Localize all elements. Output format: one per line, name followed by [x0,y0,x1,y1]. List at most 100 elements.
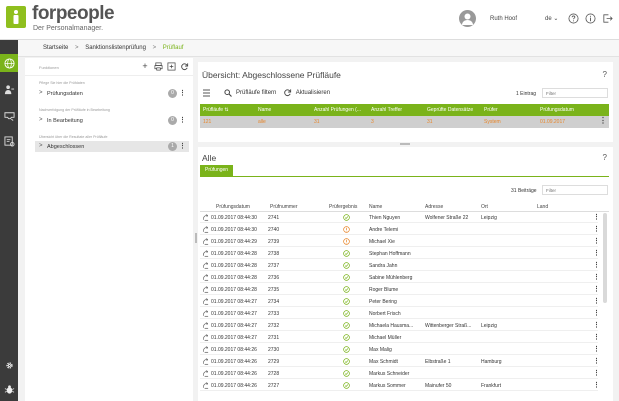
count-badge: 0 [168,89,177,98]
tree-item-in-bearbeitung[interactable]: > In Bearbeitung 0 ⋮ [35,115,189,126]
kebab-menu-icon[interactable]: ⋮ [599,116,607,125]
kebab-menu-icon[interactable]: ⋮ [593,321,600,329]
refresh-button[interactable]: Aktualisieren [296,90,330,96]
col-header-checked-records[interactable]: Geprüfte Datensätze [427,107,473,113]
col-header-check-count[interactable]: Anzahl Prüfungen (... [314,107,361,113]
table-row[interactable]: 01.09.2017 08:44:29 2739 Michael Xie ⋮ [200,236,600,247]
users-icon[interactable] [0,80,18,98]
kebab-menu-icon[interactable]: ⋮ [179,89,186,98]
history-icon[interactable] [202,309,209,319]
help-icon[interactable]: ? [603,153,607,162]
col-header-runs[interactable]: Prüfläufe ⇅ [203,107,229,113]
kebab-menu-icon[interactable]: ⋮ [593,297,600,305]
kebab-menu-icon[interactable]: ⋮ [593,249,600,257]
kebab-menu-icon[interactable]: ⋮ [593,369,600,377]
language-select[interactable]: de ⌄ [545,15,558,22]
info-icon[interactable] [585,13,596,24]
table-row[interactable]: 01.09.2017 08:44:26 2727 Markus Sommer Main… [200,380,600,391]
kebab-menu-icon[interactable]: ⋮ [593,345,600,353]
kebab-menu-icon[interactable]: ⋮ [593,285,600,293]
list-check-icon[interactable] [0,132,18,150]
col-header-address[interactable]: Adresse [425,204,443,210]
group-hint: Pflege Sie hier die Prüfdaten [39,81,85,85]
kebab-menu-icon[interactable]: ⋮ [593,213,600,221]
breadcrumb-home[interactable]: Startseite [43,45,68,51]
logout-icon[interactable] [602,13,613,24]
sort-icon[interactable]: ⇅ [224,107,228,113]
export-icon[interactable] [166,61,176,71]
list-filter-input[interactable] [542,185,608,195]
col-header-hits[interactable]: Anzahl Treffer [371,107,402,113]
kebab-menu-icon[interactable]: ⋮ [179,142,186,151]
table-row[interactable]: 01.09.2017 08:44:27 2733 Norbert Frisch ⋮ [200,308,600,319]
tree-item-abgeschlossen[interactable]: > Abgeschlossen 1 ⋮ [35,141,189,152]
history-icon[interactable] [202,333,209,343]
help-icon[interactable] [568,13,579,24]
table-row[interactable]: 01.09.2017 08:44:28 2735 Roger Blume ⋮ [200,284,600,295]
col-header-name[interactable]: Name [369,204,382,210]
history-icon[interactable] [202,213,209,223]
user-avatar[interactable] [459,10,476,27]
summary-filter-input[interactable] [542,88,608,98]
col-header-name[interactable]: Name [258,107,271,113]
table-row[interactable]: 01.09.2017 08:44:26 2730 Max Malig ⋮ [200,344,600,355]
kebab-menu-icon[interactable]: ⋮ [593,333,600,341]
col-header-date[interactable]: Prüfungsdatum [216,204,250,210]
print-icon[interactable] [153,61,163,71]
refresh-icon[interactable] [179,61,189,71]
kebab-menu-icon[interactable]: ⋮ [593,225,600,233]
bug-icon[interactable] [0,380,18,398]
history-icon[interactable] [202,321,209,331]
table-row[interactable]: 121 alle 31 3 31 System 01.09.2017 [200,116,609,128]
scrollbar[interactable] [603,213,607,303]
history-icon[interactable] [202,381,209,391]
history-icon[interactable] [202,249,209,259]
columns-icon[interactable] [202,89,211,97]
kebab-menu-icon[interactable]: ⋮ [593,261,600,269]
table-row[interactable]: 01.09.2017 08:44:26 2728 Markus Schneider ⋮ [200,368,600,379]
breadcrumb-sanction-check[interactable]: Sanktionslistenprüfung [85,45,146,51]
table-row[interactable]: 01.09.2017 08:44:27 2732 Michaela Hausma..… [200,320,600,331]
col-header-checker[interactable]: Prüfer [484,107,498,113]
help-icon[interactable]: ? [603,70,607,79]
history-icon[interactable] [202,237,209,247]
kebab-menu-icon[interactable]: ⋮ [593,357,600,365]
table-row[interactable]: 01.09.2017 08:44:28 2738 Stephan Hoffmann ⋮ [200,248,600,259]
gear-icon[interactable] [0,356,18,374]
history-icon[interactable] [202,285,209,295]
add-icon[interactable]: + [140,61,150,71]
history-icon[interactable] [202,261,209,271]
history-icon[interactable] [202,345,209,355]
table-row[interactable]: 01.09.2017 08:44:30 2740 Andre Telemi ⋮ [200,224,600,235]
filter-runs-button[interactable]: Prüfläufe filtern [236,90,276,96]
history-icon[interactable] [202,225,209,235]
kebab-menu-icon[interactable]: ⋮ [593,273,600,281]
table-row[interactable]: 01.09.2017 08:44:28 2737 Sandra Jahn ⋮ [200,260,600,271]
table-row[interactable]: 01.09.2017 08:44:30 2741 Thien Nguyen Wolfe… [200,212,600,223]
history-icon[interactable] [202,369,209,379]
history-icon[interactable] [202,357,209,367]
refresh-icon[interactable] [283,88,292,97]
col-header-result[interactable]: Prüfergebnis [329,204,357,210]
table-row[interactable]: 01.09.2017 08:44:28 2736 Sabine Mühlenberg… [200,272,600,283]
inbox-icon[interactable] [0,106,18,124]
history-icon[interactable] [202,273,209,283]
globe-icon[interactable] [0,54,18,72]
history-icon[interactable] [202,297,209,307]
table-row[interactable]: 01.09.2017 08:44:26 2729 Max Schmidt Elbstr… [200,356,600,367]
search-icon[interactable] [224,88,233,97]
col-header-city[interactable]: Ort [481,204,488,210]
tree-item-pruefungsdaten[interactable]: > Prüfungsdaten 0 ⋮ [35,88,189,99]
col-header-country[interactable]: Land [537,204,548,210]
tab-pruefungen[interactable]: Prüfungen [200,165,234,176]
kebab-menu-icon[interactable]: ⋮ [593,237,600,245]
kebab-menu-icon[interactable]: ⋮ [593,309,600,317]
table-row[interactable]: 01.09.2017 08:44:27 2731 Michael Müller ⋮ [200,332,600,343]
logo-icon[interactable] [6,6,26,28]
user-name[interactable]: Ruth Hoof [490,16,517,22]
col-header-check-date[interactable]: Prüfungsdatum [540,107,574,113]
col-header-number[interactable]: Prüfnummer [270,204,298,210]
kebab-menu-icon[interactable]: ⋮ [179,116,186,125]
table-row[interactable]: 01.09.2017 08:44:27 2734 Peter Bering ⋮ [200,296,600,307]
kebab-menu-icon[interactable]: ⋮ [593,381,600,389]
